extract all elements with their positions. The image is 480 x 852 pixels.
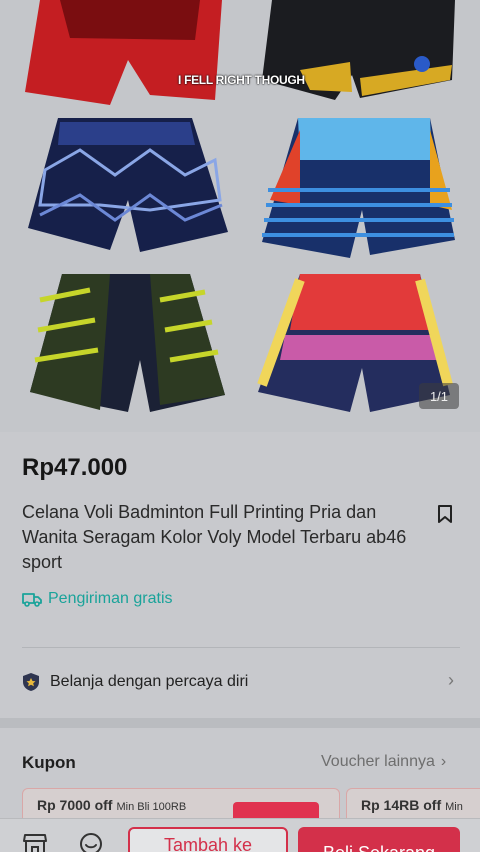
coupon-amount: Rp 14RB off xyxy=(361,797,442,813)
product-title: Celana Voli Badminton Full Printing Pria… xyxy=(22,502,407,572)
coupon-min-spend: Min xyxy=(445,801,463,813)
buyer-protection-label: Belanja dengan percaya diri xyxy=(50,673,249,690)
buyer-protection-row[interactable]: Belanja dengan percaya diri xyxy=(22,672,248,692)
truck-icon xyxy=(22,593,42,607)
more-vouchers-label: Voucher lainnya xyxy=(321,753,435,770)
bottom-action-bar: Tambah ke Beli Sekarang xyxy=(0,818,480,852)
divider xyxy=(22,647,460,648)
product-info: Rp47.000 Celana Voli Badminton Full Prin… xyxy=(0,432,480,718)
video-caption: I FELL RIGHT THOUGH xyxy=(178,73,305,87)
chevron-right-icon[interactable]: › xyxy=(448,670,454,691)
shield-icon xyxy=(23,673,39,691)
section-gap xyxy=(0,718,480,728)
chat-icon[interactable] xyxy=(78,831,104,852)
coupon-min-spend: Min Bli 100RB xyxy=(116,801,187,813)
more-vouchers-link[interactable]: Voucher lainnya › xyxy=(321,753,446,771)
free-shipping-label: Pengiriman gratis xyxy=(48,590,173,607)
buy-now-button[interactable]: Beli Sekarang xyxy=(298,827,460,852)
shorts-navy xyxy=(28,118,228,252)
product-image xyxy=(25,0,455,412)
chevron-right-icon: › xyxy=(440,753,447,770)
bookmark-icon[interactable] xyxy=(436,504,454,524)
store-icon[interactable] xyxy=(22,831,48,852)
product-price: Rp47.000 xyxy=(22,454,128,481)
shorts-blue-stripes xyxy=(262,118,455,258)
shorts-yellow-navy xyxy=(30,274,225,412)
image-counter: 1/1 xyxy=(419,383,459,409)
free-shipping-row: Pengiriman gratis xyxy=(22,590,173,608)
shorts-red xyxy=(25,0,222,105)
coupon-section-title: Kupon xyxy=(22,753,76,772)
add-to-cart-button[interactable]: Tambah ke xyxy=(128,827,288,852)
product-image-gallery[interactable]: I FELL RIGHT THOUGH 1/1 xyxy=(0,0,480,432)
coupon-amount: Rp 7000 off xyxy=(37,797,113,813)
